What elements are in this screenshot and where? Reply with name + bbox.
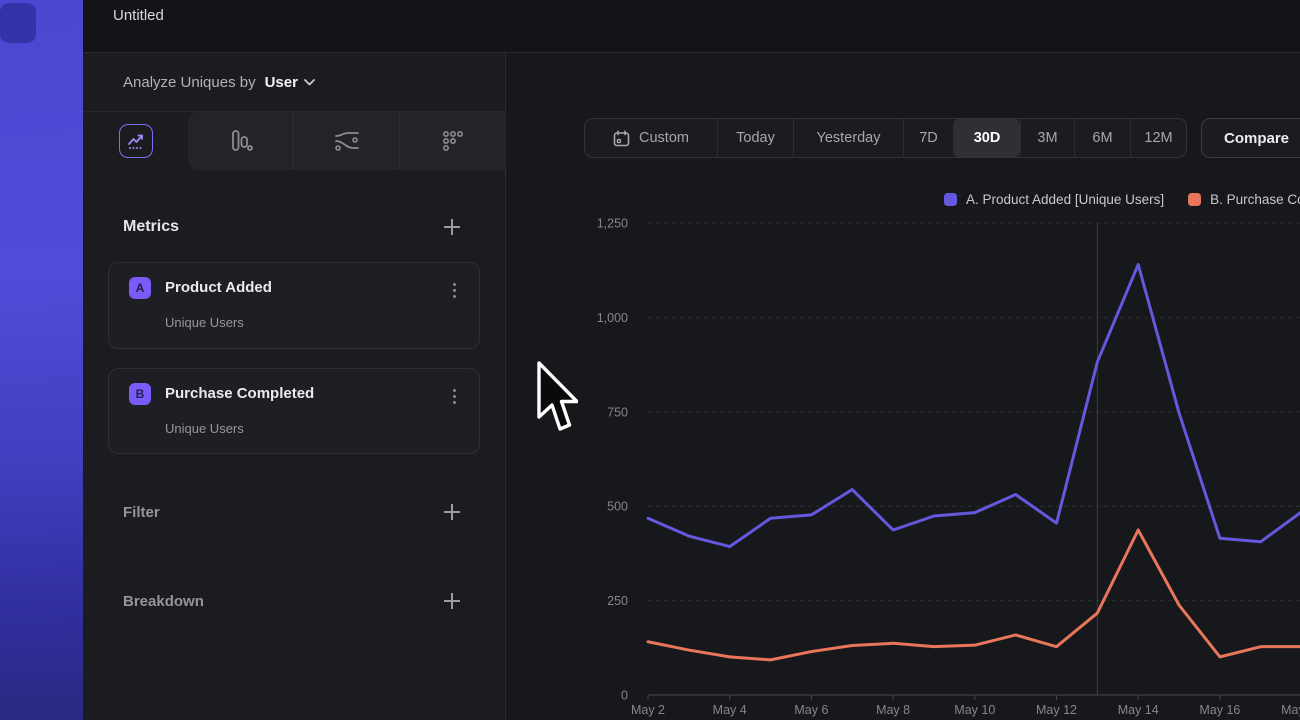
- y-axis-tick-label: 500: [607, 500, 628, 514]
- kebab-menu-icon[interactable]: [445, 385, 463, 407]
- x-axis-tick-label: May 16: [1199, 703, 1240, 717]
- add-metric-button plus-icon[interactable]: [443, 218, 461, 236]
- filter-title: Filter: [123, 504, 160, 521]
- analyze-by-dropdown[interactable]: User: [265, 74, 315, 91]
- series-line-b[interactable]: [648, 530, 1300, 660]
- tab-retention[interactable]: [399, 112, 505, 170]
- tab-flows[interactable]: [293, 112, 399, 170]
- report-title[interactable]: Untitled: [113, 7, 164, 24]
- metric-card-a[interactable]: A Product Added Unique Users: [108, 262, 480, 349]
- line-chart-icon: [119, 124, 153, 158]
- metrics-title: Metrics: [123, 218, 179, 236]
- x-axis-tick-label: May 14: [1118, 703, 1159, 717]
- retention-grid-icon: [441, 129, 465, 153]
- metric-title: Product Added: [165, 279, 272, 296]
- chart-panel: CustomTodayYesterday7D30D3M6M12M Compare…: [506, 53, 1300, 720]
- x-axis-tick-label: May 4: [713, 703, 747, 717]
- background-corner-shape: [0, 3, 36, 43]
- analyze-row: Analyze Uniques by User: [83, 53, 505, 112]
- add-breakdown-button plus-icon[interactable]: [443, 592, 461, 610]
- x-axis-tick-label: May 12: [1036, 703, 1077, 717]
- metric-card-b[interactable]: B Purchase Completed Unique Users: [108, 368, 480, 454]
- query-sidebar: Analyze Uniques by User: [83, 53, 506, 720]
- y-axis-tick-label: 1,000: [597, 311, 628, 325]
- x-axis-tick-label: May 8: [876, 703, 910, 717]
- bar-chart-icon: [228, 128, 254, 154]
- y-axis-tick-label: 750: [607, 405, 628, 419]
- line-chart: 0 250 500 750 1,000 1,250 May 2 May 4 May 6 May 8…: [506, 53, 1300, 720]
- tab-group: [188, 112, 505, 170]
- x-axis-tick-label: May 10: [954, 703, 995, 717]
- metric-letter-badge: B: [129, 383, 151, 405]
- metric-letter-badge: A: [129, 277, 151, 299]
- breakdown-section-header: Breakdown: [123, 592, 461, 610]
- chart-type-tabs: [83, 112, 505, 170]
- top-bar: Untitled: [83, 0, 1300, 53]
- x-axis-tick-label: May 2: [631, 703, 665, 717]
- breakdown-title: Breakdown: [123, 593, 204, 610]
- background-gradient-strip: [0, 0, 83, 720]
- tab-line-chart[interactable]: [83, 112, 188, 170]
- analyze-by-value: User: [265, 74, 298, 91]
- filter-section-header: Filter: [123, 503, 461, 521]
- tab-bar-chart[interactable]: [188, 112, 293, 170]
- series-line-a[interactable]: [648, 265, 1300, 547]
- kebab-menu-icon[interactable]: [445, 279, 463, 301]
- metrics-section-header: Metrics: [123, 218, 461, 236]
- y-axis-tick-label: 250: [607, 594, 628, 608]
- chevron-down-icon: [304, 79, 315, 86]
- metric-subtitle: Unique Users: [165, 421, 244, 436]
- y-axis-tick-label: 0: [621, 689, 628, 703]
- app-window: Untitled Analyze Uniques by User: [0, 0, 1300, 720]
- x-axis-tick-label: May 6: [794, 703, 828, 717]
- metric-title: Purchase Completed: [165, 385, 314, 402]
- x-axis-tick-label: May 18: [1281, 703, 1300, 717]
- analyze-label: Analyze Uniques by: [123, 74, 256, 91]
- y-axis-tick-label: 1,250: [597, 217, 628, 231]
- metric-subtitle: Unique Users: [165, 315, 244, 330]
- flows-icon: [333, 129, 361, 153]
- add-filter-button plus-icon[interactable]: [443, 503, 461, 521]
